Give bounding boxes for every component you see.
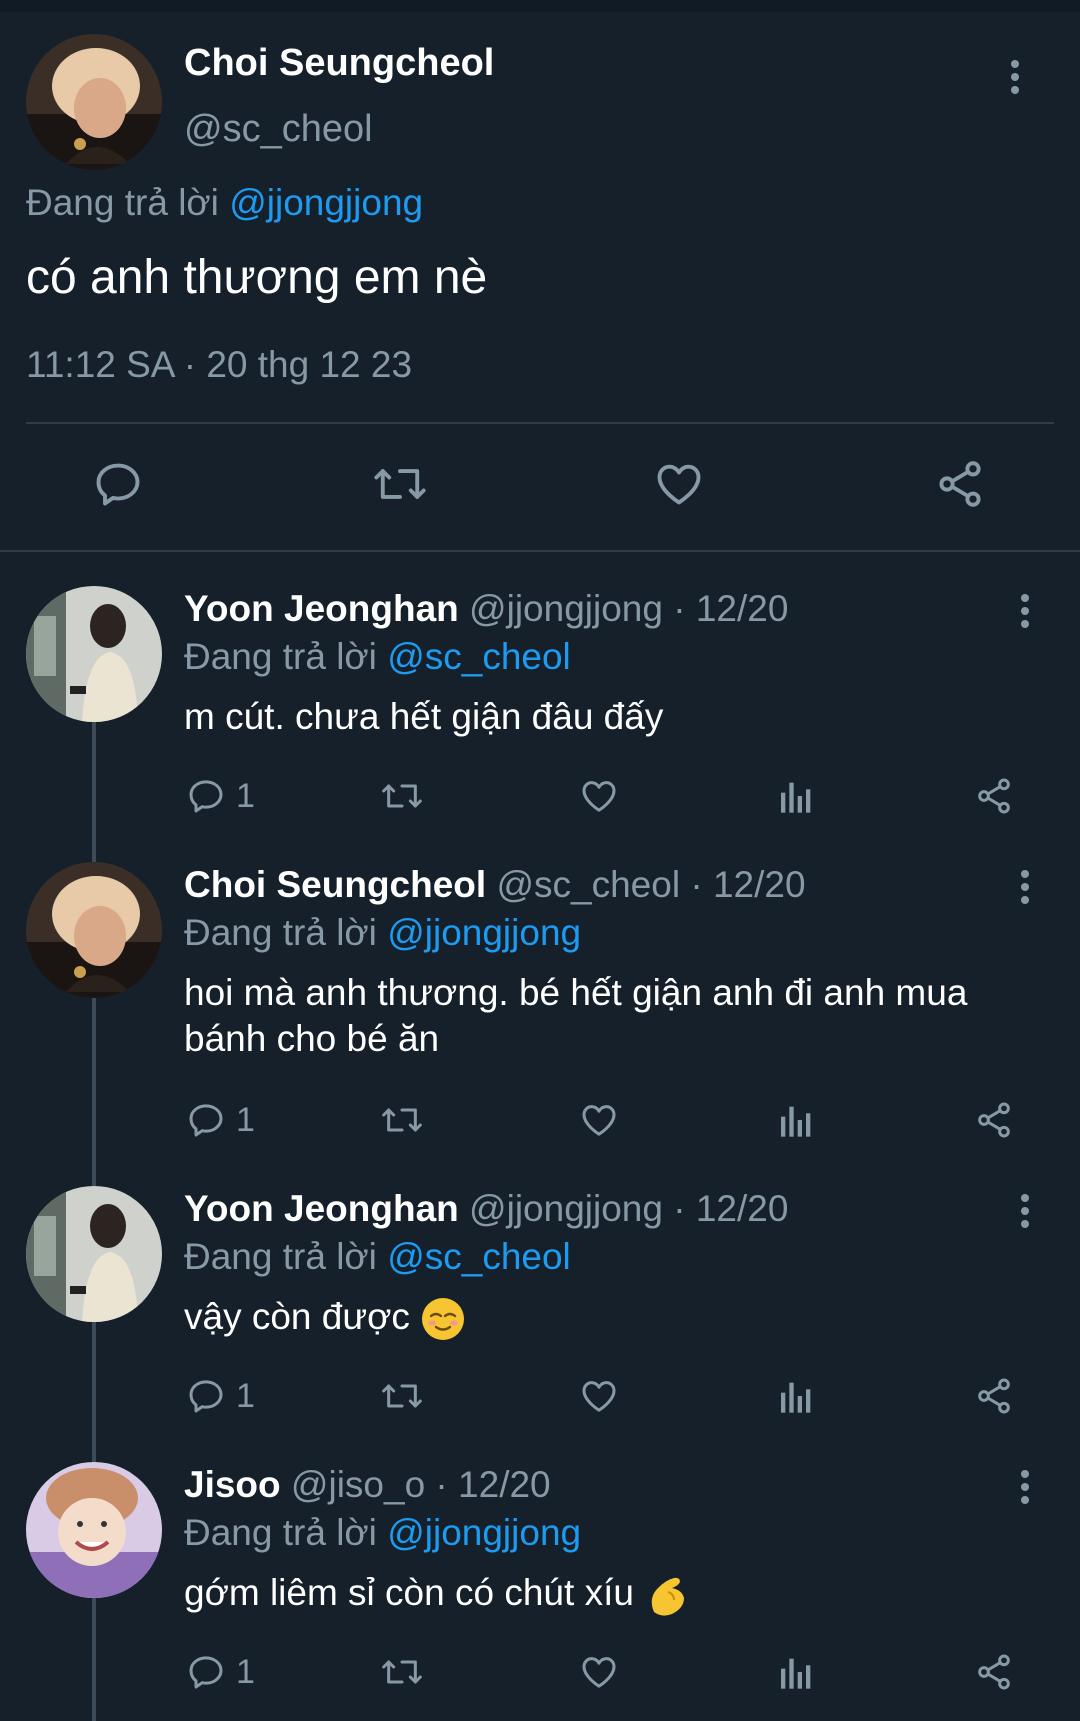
replying-to-link[interactable]: @sc_cheol bbox=[387, 636, 571, 677]
avatar[interactable] bbox=[26, 34, 162, 170]
reply-count: 1 bbox=[236, 1652, 255, 1691]
avatar[interactable] bbox=[26, 1462, 162, 1598]
reply-text-content: m cút. chưa hết giận đâu đấy bbox=[184, 696, 664, 737]
reply-text-content: gớm liêm sỉ còn có chút xíu bbox=[184, 1572, 634, 1613]
reply-header: Jisoo @jiso_o · 12/20 bbox=[184, 1464, 551, 1506]
avatar[interactable] bbox=[26, 586, 162, 722]
tweet-text: có anh thương em nè bbox=[26, 251, 488, 304]
handle-and-date: @sc_cheol · 12/20 bbox=[496, 864, 806, 905]
handle-and-date: @jiso_o · 12/20 bbox=[290, 1464, 551, 1505]
reply-text: vậy còn được bbox=[184, 1294, 1044, 1342]
more-options-icon[interactable] bbox=[1010, 60, 1020, 94]
reply-count: 1 bbox=[236, 1100, 255, 1139]
like-heart-icon[interactable] bbox=[578, 776, 620, 816]
analytics-icon[interactable] bbox=[778, 1376, 814, 1416]
thread-line bbox=[92, 998, 96, 1186]
reply-header: Yoon Jeonghan @jjongjjong · 12/20 bbox=[184, 588, 788, 630]
replying-to: Đang trả lời @jjongjjong bbox=[26, 182, 423, 224]
analytics-icon[interactable] bbox=[778, 1652, 814, 1692]
replying-to-link[interactable]: @jjongjjong bbox=[229, 182, 423, 223]
handle-and-date: @jjongjjong · 12/20 bbox=[469, 588, 789, 629]
share-icon[interactable] bbox=[974, 1100, 1014, 1140]
reply-icon[interactable] bbox=[92, 458, 144, 510]
pinching-hand-emoji bbox=[644, 1572, 690, 1618]
reply-actions: 1 bbox=[0, 1376, 1080, 1426]
reply-header: Choi Seungcheol @sc_cheol · 12/20 bbox=[184, 864, 806, 906]
reply-button[interactable]: 1 bbox=[186, 776, 255, 816]
author-name[interactable]: Yoon Jeonghan bbox=[184, 588, 459, 629]
replying-to: Đang trả lời @sc_cheol bbox=[184, 1236, 571, 1278]
replying-to-link[interactable]: @jjongjjong bbox=[387, 1512, 581, 1553]
reply-icon bbox=[189, 1380, 223, 1413]
replying-prefix: Đang trả lời bbox=[184, 912, 377, 953]
author-name[interactable]: Jisoo bbox=[184, 1464, 281, 1505]
like-heart-icon[interactable] bbox=[578, 1376, 620, 1416]
avatar[interactable] bbox=[26, 1186, 162, 1322]
reply-header: Yoon Jeonghan @jjongjjong · 12/20 bbox=[184, 1188, 788, 1230]
replying-to-link[interactable]: @sc_cheol bbox=[387, 1236, 571, 1277]
retweet-icon[interactable] bbox=[380, 1376, 424, 1416]
replying-prefix: Đang trả lời bbox=[184, 636, 377, 677]
relieved-face-emoji bbox=[420, 1296, 466, 1342]
analytics-icon[interactable] bbox=[778, 776, 814, 816]
retweet-icon[interactable] bbox=[380, 1652, 424, 1692]
author-name[interactable]: Yoon Jeonghan bbox=[184, 1188, 459, 1229]
more-options-icon[interactable] bbox=[1020, 594, 1030, 628]
retweet-icon[interactable] bbox=[372, 458, 428, 510]
tweet-timestamp: 11:12 SA · 20 thg 12 23 bbox=[26, 344, 413, 385]
reply-count: 1 bbox=[236, 776, 255, 815]
more-options-icon[interactable] bbox=[1020, 1194, 1030, 1228]
replying-to: Đang trả lời @sc_cheol bbox=[184, 636, 571, 678]
reply-text: m cút. chưa hết giận đâu đấy bbox=[184, 694, 1044, 740]
author-handle[interactable]: @sc_cheol bbox=[184, 108, 373, 151]
more-options-icon[interactable] bbox=[1020, 1470, 1030, 1504]
share-icon[interactable] bbox=[974, 1376, 1014, 1416]
avatar[interactable] bbox=[26, 862, 162, 998]
replying-to: Đang trả lời @jjongjjong bbox=[184, 912, 581, 954]
retweet-icon[interactable] bbox=[380, 1100, 424, 1140]
reply-button[interactable]: 1 bbox=[186, 1100, 255, 1140]
reply-button[interactable]: 1 bbox=[186, 1376, 255, 1416]
reply-icon bbox=[189, 1656, 223, 1689]
replying-to: Đang trả lời @jjongjjong bbox=[184, 1512, 581, 1554]
reply-text: gớm liêm sỉ còn có chút xíu bbox=[184, 1570, 1044, 1618]
author-name[interactable]: Choi Seungcheol bbox=[184, 42, 494, 85]
main-tweet: Choi Seungcheol @sc_cheol Đang trả lời @… bbox=[0, 12, 1080, 552]
retweet-icon[interactable] bbox=[380, 776, 424, 816]
reply-icon bbox=[189, 1104, 223, 1137]
reply-actions: 1 bbox=[0, 776, 1080, 826]
reply-text: hoi mà anh thương. bé hết giận anh đi an… bbox=[184, 970, 1044, 1062]
like-heart-icon[interactable] bbox=[578, 1100, 620, 1140]
reply-text-content: hoi mà anh thương. bé hết giận anh đi an… bbox=[184, 972, 968, 1059]
replying-to-link[interactable]: @jjongjjong bbox=[387, 912, 581, 953]
divider bbox=[26, 422, 1054, 424]
reply-actions: 1 bbox=[0, 1100, 1080, 1150]
status-bar-edge bbox=[0, 0, 1080, 12]
reply-icon bbox=[189, 780, 223, 813]
reply-text-content: vậy còn được bbox=[184, 1296, 410, 1337]
reply-count: 1 bbox=[236, 1376, 255, 1415]
like-heart-icon[interactable] bbox=[578, 1652, 620, 1692]
share-icon[interactable] bbox=[974, 1652, 1014, 1692]
handle-and-date: @jjongjjong · 12/20 bbox=[469, 1188, 789, 1229]
share-icon[interactable] bbox=[934, 458, 986, 510]
like-heart-icon[interactable] bbox=[652, 458, 706, 510]
share-icon[interactable] bbox=[974, 776, 1014, 816]
reply-actions: 1 bbox=[0, 1652, 1080, 1702]
author-name[interactable]: Choi Seungcheol bbox=[184, 864, 486, 905]
replying-prefix: Đang trả lời bbox=[26, 182, 219, 223]
replying-prefix: Đang trả lời bbox=[184, 1236, 377, 1277]
more-options-icon[interactable] bbox=[1020, 870, 1030, 904]
replying-prefix: Đang trả lời bbox=[184, 1512, 377, 1553]
analytics-icon[interactable] bbox=[778, 1100, 814, 1140]
reply-button[interactable]: 1 bbox=[186, 1652, 255, 1692]
